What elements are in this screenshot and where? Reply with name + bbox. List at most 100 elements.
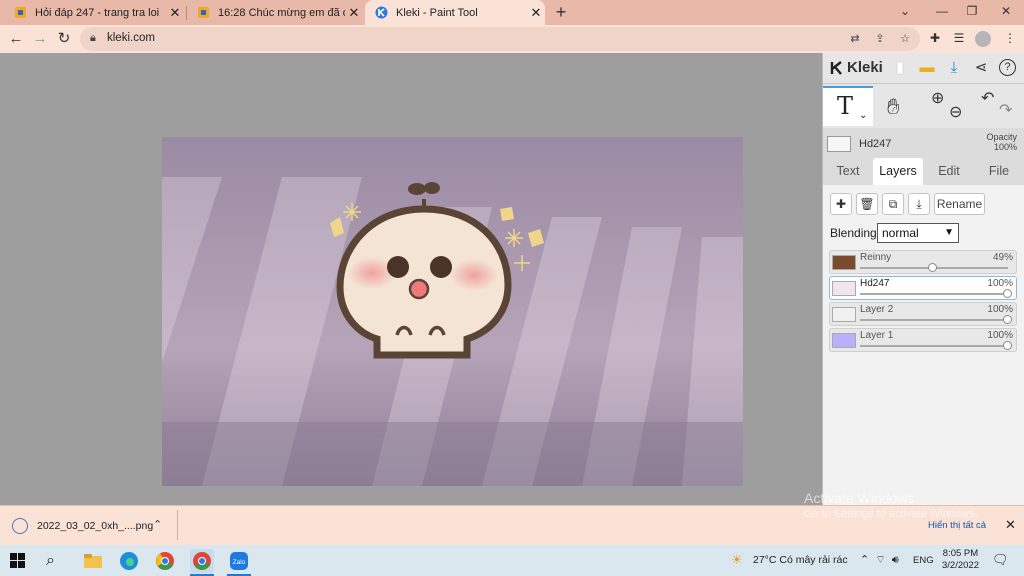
chevron-up-icon[interactable]: ⌃: [153, 518, 162, 531]
close-window-icon[interactable]: ✕: [996, 4, 1016, 20]
minimize-icon[interactable]: —: [932, 4, 952, 20]
language-indicator[interactable]: ENG: [913, 555, 934, 566]
layer-opacity-slider[interactable]: [1003, 341, 1012, 350]
tab-layers[interactable]: Layers: [873, 158, 923, 185]
opacity-label: Opacity: [986, 132, 1017, 142]
close-tab-icon[interactable]: ✕: [345, 5, 363, 21]
file-explorer-icon[interactable]: [81, 549, 105, 573]
tab-chuc-mung[interactable]: 16:28 Chúc mừng em đã được xế ✕: [187, 0, 363, 25]
layer-opacity-slider[interactable]: [927, 263, 937, 272]
plus-icon: ✚: [835, 197, 847, 211]
weather-text[interactable]: 27°C Có mây rải rác: [753, 554, 848, 566]
tab-kleki[interactable]: Kleki - Paint Tool ✕: [365, 0, 545, 25]
layer-opacity-slider[interactable]: [1003, 315, 1012, 324]
tab-title: Hỏi đáp 247 - trang tra loi: [35, 6, 160, 19]
activate-windows-title: Activate Windows: [804, 490, 915, 506]
open-folder-icon[interactable]: ▬: [918, 59, 936, 77]
menu-kebab-icon[interactable]: ⋮: [1002, 31, 1018, 47]
current-layer-name: Hd247: [859, 138, 892, 150]
layer-opacity-track[interactable]: [860, 293, 1008, 295]
layer-name: Layer 2: [860, 304, 894, 315]
profile-avatar[interactable]: [975, 31, 991, 47]
notifications-icon[interactable]: 🗨︎: [992, 552, 1009, 568]
translate-icon[interactable]: ⇄: [848, 32, 862, 46]
merge-down-button[interactable]: ⤓: [908, 193, 930, 215]
redo-icon[interactable]: ↷: [999, 100, 1012, 120]
share-icon[interactable]: ⋖: [972, 59, 990, 77]
layer-row[interactable]: Reinny 49%: [829, 250, 1017, 274]
layer-row[interactable]: Layer 2 100%: [829, 302, 1017, 326]
duplicate-layer-button[interactable]: ⧉: [882, 193, 904, 215]
delete-layer-button[interactable]: 🗑︎: [856, 193, 878, 215]
tool-row: T ⌄ ✋︎ ⊕ ⊖ ↶ ↷: [823, 84, 1024, 128]
search-icon[interactable]: ⌕: [46, 549, 70, 573]
tab-file[interactable]: File: [974, 158, 1024, 185]
layer-row[interactable]: Hd247 100%: [829, 276, 1017, 300]
new-tab-button[interactable]: +: [552, 3, 570, 21]
extensions-icon[interactable]: ✚: [927, 31, 943, 47]
layer-opacity-slider[interactable]: [1003, 289, 1012, 298]
layers-panel: ✚ 🗑︎ ⧉ ⤓ Rename Blending normal ▼ Reinny…: [823, 185, 1024, 505]
layer-opacity: 100%: [987, 330, 1013, 341]
text-tool-icon: T: [837, 92, 854, 120]
tab-search-chevron-icon[interactable]: ⌄: [895, 4, 915, 20]
close-tab-icon[interactable]: ✕: [166, 5, 184, 21]
chrome-icon[interactable]: [153, 549, 177, 573]
zoom-out-icon[interactable]: ⊖: [949, 102, 962, 122]
chrome-profile-icon[interactable]: [190, 549, 214, 573]
lock-icon[interactable]: 🔒︎: [90, 32, 96, 45]
new-image-icon[interactable]: ▮: [891, 59, 909, 77]
rename-layer-button[interactable]: Rename: [934, 193, 985, 215]
windows-start-icon[interactable]: [10, 553, 25, 568]
current-layer-info: Hd247 Opacity 100%: [823, 129, 1024, 157]
kleki-side-panel: Kleki ▮ ▬ ⤓ ⋖ ? T ⌄ ✋︎ ⊕ ⊖ ↶ ↷ Hd247 Opa…: [822, 53, 1024, 505]
add-layer-button[interactable]: ✚: [830, 193, 852, 215]
kleki-favicon-icon: [375, 6, 388, 19]
hand-tool-icon[interactable]: ✋︎: [887, 94, 900, 120]
duplicate-icon: ⧉: [888, 197, 898, 211]
panel-tabs: Text Layers Edit File: [823, 157, 1024, 185]
undo-icon[interactable]: ↶: [981, 88, 994, 108]
layer-thumbnail: [832, 333, 856, 348]
hoidap-favicon-icon: [15, 7, 26, 18]
restore-icon[interactable]: ❐: [962, 4, 982, 20]
layer-opacity: 100%: [987, 304, 1013, 315]
drawing-canvas[interactable]: [162, 137, 743, 486]
reading-list-icon[interactable]: ☰: [951, 31, 967, 47]
weather-icon[interactable]: ☀: [731, 552, 743, 568]
layer-row[interactable]: Layer 1 100%: [829, 328, 1017, 352]
forward-icon[interactable]: →: [31, 30, 49, 48]
tab-hoidap[interactable]: Hỏi đáp 247 - trang tra loi ✕: [4, 0, 184, 25]
close-tab-icon[interactable]: ✕: [527, 5, 545, 21]
file-icon: [12, 518, 28, 534]
system-tray-icons[interactable]: ⌃ ⌔ 🔊︎: [860, 553, 899, 567]
opacity-value: 100%: [993, 142, 1017, 152]
layer-opacity: 100%: [987, 278, 1013, 289]
edge-icon[interactable]: [117, 549, 141, 573]
tab-text[interactable]: Text: [823, 158, 873, 185]
layer-opacity-track[interactable]: [860, 319, 1008, 321]
zalo-icon[interactable]: Zalo: [227, 549, 251, 573]
show-all-downloads-link[interactable]: Hiển thị tất cả: [928, 520, 986, 531]
back-icon[interactable]: ←: [7, 30, 25, 48]
text-tool-button[interactable]: T ⌄: [823, 86, 873, 126]
tab-strip: Hỏi đáp 247 - trang tra loi ✕ 16:28 Chúc…: [0, 0, 1024, 25]
reload-icon[interactable]: ↻: [55, 30, 73, 48]
address-bar[interactable]: 🔒︎ kleki.com ⇄ ⇪ ☆: [80, 27, 920, 51]
layer-thumbnail: [832, 307, 856, 322]
bookmark-star-icon[interactable]: ☆: [898, 32, 912, 46]
url-text[interactable]: kleki.com: [107, 32, 155, 44]
close-download-bar-icon[interactable]: ✕: [1005, 517, 1016, 533]
layer-opacity-track[interactable]: [860, 345, 1008, 347]
help-icon[interactable]: ?: [999, 59, 1016, 76]
download-filename[interactable]: 2022_03_02_0xh_....png: [37, 520, 153, 532]
tab-edit[interactable]: Edit: [924, 158, 974, 185]
blending-select[interactable]: normal ▼: [877, 223, 959, 243]
download-icon[interactable]: ⤓: [945, 59, 963, 77]
share-icon[interactable]: ⇪: [873, 32, 887, 46]
tool-options-chevron-icon[interactable]: ⌄: [859, 110, 867, 121]
clock[interactable]: 8:05 PM 3/2/2022: [942, 548, 979, 572]
windows-taskbar: ⌕ Zalo ☀ 27°C Có mây rải rác ⌃ ⌔ 🔊︎ ENG …: [0, 545, 1024, 576]
zoom-in-icon[interactable]: ⊕: [931, 88, 944, 108]
kleki-logo-text: Kleki: [847, 59, 883, 76]
